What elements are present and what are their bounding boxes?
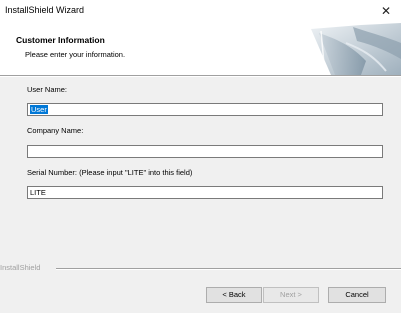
company-name-field[interactable] bbox=[27, 145, 383, 158]
installshield-brand: InstallShield bbox=[0, 263, 41, 272]
user-name-field[interactable]: User bbox=[27, 103, 383, 116]
back-button[interactable]: < Back bbox=[206, 287, 262, 303]
window-title: InstallShield Wizard bbox=[5, 5, 85, 15]
page-title: Customer Information bbox=[16, 35, 105, 45]
user-name-value: User bbox=[30, 105, 48, 114]
title-bar: InstallShield Wizard ✕ bbox=[0, 0, 401, 23]
footer-separator bbox=[56, 268, 401, 270]
close-icon[interactable]: ✕ bbox=[378, 3, 394, 19]
next-button[interactable]: Next > bbox=[263, 287, 319, 303]
header-banner-art bbox=[291, 23, 401, 75]
company-name-label: Company Name: bbox=[27, 126, 84, 135]
cancel-button[interactable]: Cancel bbox=[328, 287, 386, 303]
header-panel: Customer Information Please enter your i… bbox=[0, 23, 401, 75]
page-subtitle: Please enter your information. bbox=[25, 50, 126, 59]
user-name-label: User Name: bbox=[27, 85, 68, 94]
serial-number-field[interactable]: LITE bbox=[27, 186, 383, 199]
serial-number-label: Serial Number: (Please input "LITE" into… bbox=[27, 168, 193, 177]
header-separator bbox=[0, 75, 401, 77]
